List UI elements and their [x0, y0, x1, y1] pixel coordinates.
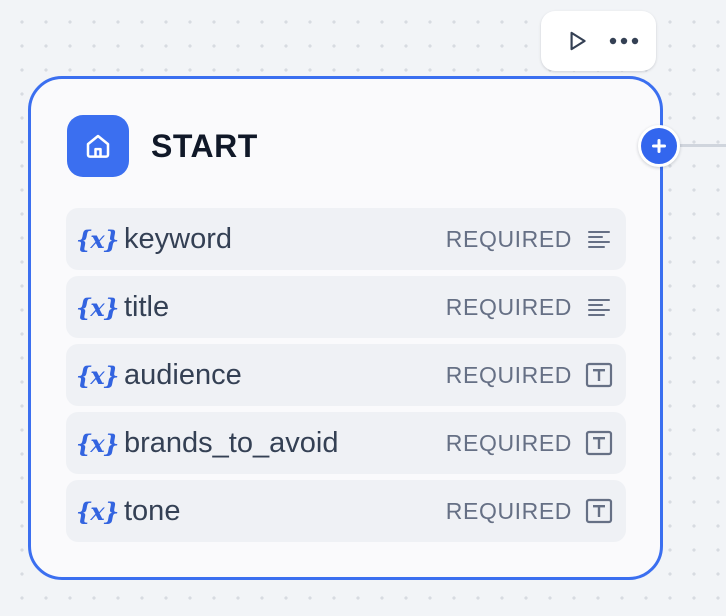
- node-title: START: [151, 127, 258, 164]
- variable-row-keyword[interactable]: {x} keyword REQUIRED: [66, 208, 626, 270]
- paragraph-icon: [584, 292, 614, 322]
- variable-name: title: [124, 290, 170, 323]
- variable-icon: {x}: [76, 496, 119, 526]
- variable-row-brands-to-avoid[interactable]: {x} brands_to_avoid REQUIRED: [66, 412, 626, 474]
- variable-icon: {x}: [76, 428, 119, 458]
- play-icon: [570, 31, 586, 51]
- text-input-icon: [584, 428, 614, 458]
- node-toolbar: [541, 11, 656, 71]
- text-input-icon: [584, 360, 614, 390]
- required-label: REQUIRED: [445, 293, 572, 320]
- variable-row-audience[interactable]: {x} audience REQUIRED: [66, 344, 626, 406]
- add-next-node-button[interactable]: [638, 125, 680, 167]
- variable-row-tone[interactable]: {x} tone REQUIRED: [66, 480, 626, 542]
- variable-name: audience: [124, 358, 242, 391]
- variable-name: brands_to_avoid: [124, 426, 339, 459]
- required-label: REQUIRED: [445, 225, 572, 252]
- variable-list: {x} keyword REQUIRED {x} title REQUIRED: [66, 208, 626, 548]
- required-label: REQUIRED: [445, 429, 572, 456]
- start-node[interactable]: START {x} keyword REQUIRED {x} title REQ…: [28, 76, 663, 580]
- edge-connector-line: [675, 144, 726, 147]
- more-horizontal-icon: [609, 37, 639, 45]
- variable-icon: {x}: [76, 360, 119, 390]
- node-header: START: [67, 115, 258, 177]
- paragraph-icon: [584, 224, 614, 254]
- node-icon-box: [67, 115, 129, 177]
- variable-icon: {x}: [76, 224, 119, 254]
- variable-icon: {x}: [76, 292, 119, 322]
- more-button[interactable]: [608, 25, 640, 57]
- required-label: REQUIRED: [445, 361, 572, 388]
- run-button[interactable]: [561, 25, 593, 57]
- plus-icon: [652, 139, 666, 153]
- home-icon: [86, 134, 110, 158]
- variable-row-title[interactable]: {x} title REQUIRED: [66, 276, 626, 338]
- variable-name: tone: [124, 494, 181, 527]
- variable-name: keyword: [124, 222, 232, 255]
- required-label: REQUIRED: [445, 497, 572, 524]
- text-input-icon: [584, 496, 614, 526]
